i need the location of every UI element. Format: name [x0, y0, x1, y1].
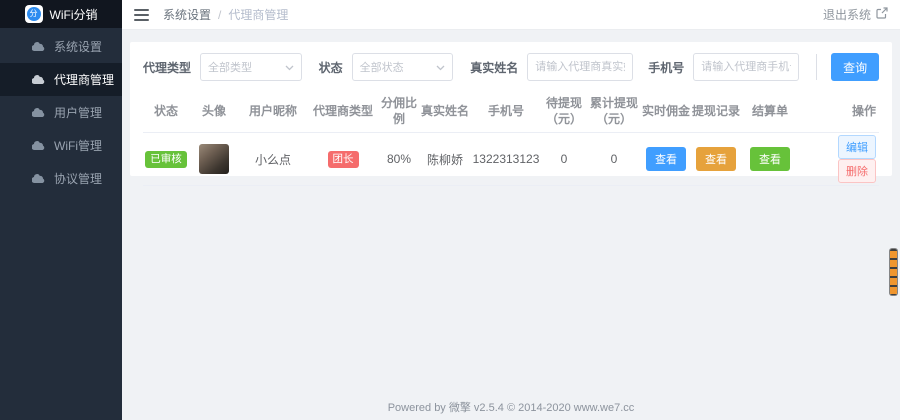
- agent-type-badge: 团长: [327, 150, 359, 169]
- chevron-down-icon: [436, 60, 445, 74]
- header-realtime-commission: 实时佣金: [641, 90, 691, 134]
- pending-withdraw-cell: 0: [541, 132, 587, 187]
- header-settlement: 结算单: [741, 90, 799, 134]
- sidebar: 分 WiFi分销 系统设置 代理商管理 用户管理 WiFi管理 协议管理: [0, 0, 122, 420]
- breadcrumb: 系统设置 / 代理商管理: [163, 6, 288, 23]
- sidebar-item-label: WiFi管理: [54, 139, 102, 153]
- real-name-label: 真实姓名: [470, 60, 519, 75]
- protocol-icon: [32, 173, 45, 184]
- footer-powered-by: Powered by 微擎 v2.5.4 © 2014-2020 www.we7…: [387, 402, 635, 414]
- header-status: 状态: [143, 90, 189, 134]
- app-logo-text: WiFi分销: [49, 7, 98, 22]
- agent-list-card: 代理类型 全部类型 状态 全部状态 真实姓名 手机号 查询: [130, 42, 892, 187]
- agents-table: 状态 头像 用户昵称 代理商类型 分佣比例 真实姓名 手机号 待提现（元） 累计…: [143, 90, 879, 187]
- exit-system-link[interactable]: 退出系统: [823, 6, 888, 23]
- agent-type-select[interactable]: 全部类型: [200, 53, 302, 81]
- header-avatar: 头像: [189, 90, 239, 134]
- header-agent-type: 代理商类型: [307, 90, 379, 134]
- view-realtime-commission-button[interactable]: 查看: [646, 147, 686, 172]
- main-content: 代理类型 全部类型 状态 全部状态 真实姓名 手机号 查询: [122, 30, 900, 420]
- app-logo[interactable]: 分 WiFi分销: [0, 0, 122, 28]
- menu-toggle-icon[interactable]: [134, 8, 149, 21]
- phone-label: 手机号: [648, 60, 685, 75]
- view-withdraw-records-button[interactable]: 查看: [696, 147, 736, 172]
- view-settlement-button[interactable]: 查看: [750, 147, 790, 172]
- breadcrumb-item-system[interactable]: 系统设置: [163, 6, 211, 23]
- header-total-withdraw: 累计提现（元）: [587, 90, 641, 134]
- app-logo-icon: 分: [24, 5, 43, 23]
- edit-button[interactable]: 编辑: [838, 135, 876, 160]
- query-button[interactable]: 查询: [831, 53, 880, 81]
- sidebar-item-wifi-management[interactable]: WiFi管理: [0, 129, 122, 162]
- total-withdraw-cell: 0: [587, 132, 641, 187]
- header-phone: 手机号: [471, 90, 541, 134]
- status-badge: 已审核: [145, 150, 187, 169]
- nickname-cell: 小么点: [239, 132, 307, 187]
- exit-system-label: 退出系统: [822, 8, 871, 22]
- sidebar-item-label: 用户管理: [54, 106, 103, 120]
- sidebar-item-user-management[interactable]: 用户管理: [0, 96, 122, 129]
- gear-icon: [32, 41, 45, 52]
- chevron-down-icon: [285, 60, 294, 74]
- topbar: 系统设置 / 代理商管理 退出系统: [122, 0, 900, 30]
- table-row: 已审核 小么点 团长 80% 陈柳娇 1322313123 0 0 查看 查看 …: [143, 132, 879, 187]
- sidebar-item-label: 代理商管理: [54, 73, 115, 87]
- phone-input[interactable]: [693, 53, 800, 81]
- header-actions: 操作: [799, 90, 879, 134]
- avatar[interactable]: [199, 144, 229, 175]
- filter-divider: [816, 54, 818, 80]
- header-nickname: 用户昵称: [239, 90, 307, 134]
- users-icon: [32, 107, 45, 118]
- real-name-cell: 陈柳娇: [419, 132, 471, 187]
- breadcrumb-separator: /: [218, 7, 222, 22]
- commission-ratio-cell: 80%: [379, 132, 419, 187]
- external-link-icon: [876, 7, 888, 22]
- delete-button[interactable]: 删除: [838, 159, 876, 184]
- phone-cell: 1322313123: [471, 132, 541, 187]
- status-select[interactable]: 全部状态: [351, 53, 454, 81]
- header-withdraw-records: 提现记录: [691, 90, 741, 134]
- sidebar-item-label: 协议管理: [54, 172, 103, 186]
- header-pending-withdraw: 待提现（元）: [541, 90, 587, 134]
- sidebar-menu: 系统设置 代理商管理 用户管理 WiFi管理 协议管理: [0, 28, 122, 195]
- header-commission-ratio: 分佣比例: [379, 90, 419, 134]
- table-header-row: 状态 头像 用户昵称 代理商类型 分佣比例 真实姓名 手机号 待提现（元） 累计…: [143, 90, 879, 134]
- sidebar-item-agent-management[interactable]: 代理商管理: [0, 63, 122, 96]
- agent-type-label: 代理类型: [143, 60, 192, 75]
- status-label: 状态: [318, 60, 343, 75]
- agent-icon: [32, 74, 45, 85]
- page-scroll-marker[interactable]: [890, 249, 897, 295]
- sidebar-item-label: 系统设置: [54, 40, 103, 54]
- sidebar-item-system-settings[interactable]: 系统设置: [0, 30, 122, 63]
- breadcrumb-item-agent: 代理商管理: [228, 8, 289, 22]
- filter-bar: 代理类型 全部类型 状态 全部状态 真实姓名 手机号 查询: [130, 42, 892, 81]
- real-name-input[interactable]: [527, 53, 634, 81]
- sidebar-item-protocol-management[interactable]: 协议管理: [0, 162, 122, 195]
- header-real-name: 真实姓名: [419, 90, 471, 134]
- wifi-icon: [32, 140, 45, 151]
